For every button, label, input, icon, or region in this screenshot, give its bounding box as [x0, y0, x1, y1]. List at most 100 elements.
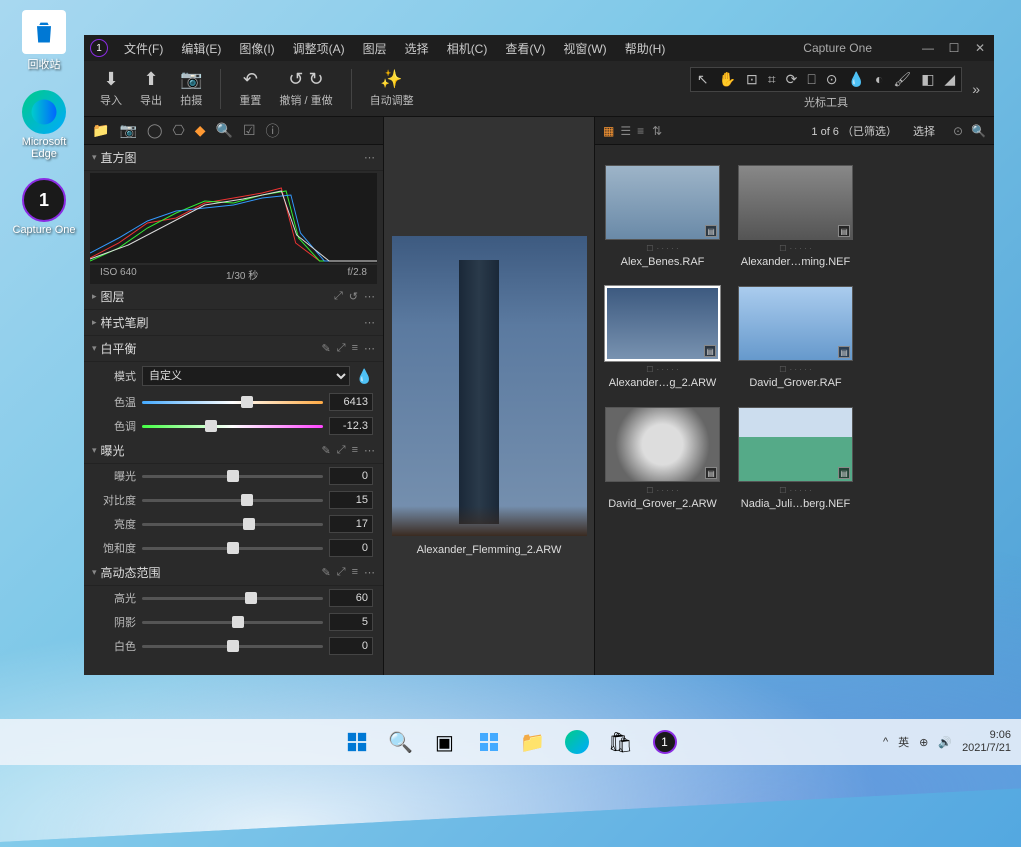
menu-camera[interactable]: 相机(C) — [439, 37, 496, 60]
wb-tint-value[interactable]: -12.3 — [329, 417, 373, 435]
filter-icon[interactable]: ⊙ — [953, 124, 963, 138]
menu-window[interactable]: 视窗(W) — [555, 37, 614, 60]
panel-menu-icon[interactable]: ⋯ — [364, 342, 375, 355]
maximize-button[interactable]: ☐ — [946, 41, 962, 55]
thumbnail[interactable]: ▤ ☐· · · · · Alexander…ming.NEF — [738, 165, 853, 268]
tab-lens[interactable]: ◯ — [147, 122, 163, 139]
minimize-button[interactable]: — — [920, 41, 936, 55]
panel-menu-icon[interactable]: ⋯ — [364, 151, 375, 164]
expand-icon[interactable]: ⤢ — [337, 566, 346, 579]
style-brush-panel-head[interactable]: ▸ 样式笔刷 ⋯ — [84, 310, 383, 336]
eraser-tool[interactable]: ◧ — [921, 71, 934, 88]
clock[interactable]: 9:06 2021/7/21 — [962, 729, 1011, 755]
shadow-value[interactable]: 5 — [329, 613, 373, 631]
white-balance-panel-head[interactable]: ▾ 白平衡 ✎⤢≡⋯ — [84, 336, 383, 362]
wb-temp-slider[interactable] — [142, 401, 323, 404]
widgets-button[interactable] — [470, 723, 508, 761]
white-slider[interactable] — [142, 645, 323, 648]
copy-icon[interactable]: ✎ — [322, 566, 331, 579]
search-icon[interactable]: 🔍 — [971, 124, 986, 138]
import-button[interactable]: ⬇导入 — [94, 67, 128, 110]
expand-icon[interactable]: ⤢ — [334, 290, 343, 303]
menu-adjust[interactable]: 调整项(A) — [285, 37, 353, 60]
network-icon[interactable]: ⊕ — [919, 736, 928, 749]
panel-menu-icon[interactable]: ⋯ — [364, 290, 375, 303]
undo-redo-button[interactable]: ↺ ↻撤销 / 重做 — [273, 67, 338, 110]
exposure-slider[interactable] — [142, 475, 323, 478]
sort-icon[interactable]: ⇅ — [652, 124, 662, 138]
viewer-image[interactable] — [392, 236, 587, 536]
desktop-icon-recycle[interactable]: 回收站 — [8, 10, 80, 72]
saturation-slider[interactable] — [142, 547, 323, 550]
copy-icon[interactable]: ✎ — [322, 342, 331, 355]
ime-indicator[interactable]: 英 — [898, 734, 909, 750]
desktop-icon-captureone[interactable]: 1 Capture One — [8, 178, 80, 236]
menu-file[interactable]: 文件(F) — [116, 37, 171, 60]
exposure-value[interactable]: 0 — [329, 467, 373, 485]
thumbnail[interactable]: ▤ ☐· · · · · Alexander…g_2.ARW — [605, 286, 720, 389]
desktop-icon-edge[interactable]: Microsoft Edge — [8, 90, 80, 160]
auto-adjust-button[interactable]: ✨自动调整 — [364, 67, 420, 110]
tab-color[interactable]: ⎔ — [173, 122, 185, 139]
color-picker-tool[interactable]: 💧 — [848, 71, 865, 88]
wb-tint-slider[interactable] — [142, 425, 323, 428]
loupe-tool[interactable]: ⊡ — [746, 71, 758, 88]
white-value[interactable]: 0 — [329, 637, 373, 655]
spot-tool[interactable]: ⊙ — [826, 71, 838, 88]
captureone-button[interactable]: 1 — [646, 723, 684, 761]
gradient-tool[interactable]: ◢ — [944, 71, 955, 88]
explorer-button[interactable]: 📁 — [514, 723, 552, 761]
reset-icon[interactable]: ≡ — [352, 342, 358, 355]
export-button[interactable]: ⬆导出 — [134, 67, 168, 110]
crop-tool[interactable]: ⌗ — [768, 71, 776, 88]
expand-icon[interactable]: ⤢ — [337, 444, 346, 457]
panel-menu-icon[interactable]: ⋯ — [364, 444, 375, 457]
highlight-value[interactable]: 60 — [329, 589, 373, 607]
reset-button[interactable]: ↶重置 — [233, 67, 267, 110]
tab-library[interactable]: 📁 — [92, 122, 109, 139]
shadow-slider[interactable] — [142, 621, 323, 624]
tab-exposure[interactable]: ◆ — [195, 122, 206, 139]
tab-details[interactable]: 🔍 — [216, 122, 233, 139]
histogram-panel-head[interactable]: ▾ 直方图 ⋯ — [84, 145, 383, 171]
hand-tool[interactable]: ✋ — [719, 71, 736, 88]
hdr-panel-head[interactable]: ▾ 高动态范围 ✎⤢≡⋯ — [84, 560, 383, 586]
menu-help[interactable]: 帮助(H) — [617, 37, 674, 60]
menu-view[interactable]: 查看(V) — [497, 37, 553, 60]
menu-layer[interactable]: 图层 — [355, 37, 395, 60]
eyedropper-icon[interactable]: 💧 — [356, 368, 373, 385]
copy-icon[interactable]: ✎ — [322, 444, 331, 457]
reset-icon[interactable]: ≡ — [352, 444, 358, 457]
grid-view-icon[interactable]: ▦ — [603, 124, 614, 138]
highlight-slider[interactable] — [142, 597, 323, 600]
menu-edit[interactable]: 编辑(E) — [173, 37, 229, 60]
reset-icon[interactable]: ≡ — [352, 566, 358, 579]
brightness-slider[interactable] — [142, 523, 323, 526]
edge-button[interactable] — [558, 723, 596, 761]
mask-tool[interactable]: ◐ — [875, 71, 883, 88]
tab-capture[interactable]: 📷 — [119, 122, 136, 139]
thumbnail[interactable]: ▤ ☐· · · · · Nadia_Juli…berg.NEF — [738, 407, 853, 510]
start-button[interactable] — [338, 723, 376, 761]
more-tools-icon[interactable]: » — [968, 81, 984, 97]
volume-icon[interactable]: 🔊 — [938, 736, 952, 749]
exposure-panel-head[interactable]: ▾ 曝光 ✎⤢≡⋯ — [84, 438, 383, 464]
close-button[interactable]: ✕ — [972, 41, 988, 55]
thumbnail[interactable]: ▤ ☐· · · · · Alex_Benes.RAF — [605, 165, 720, 268]
expand-icon[interactable]: ⤢ — [337, 342, 346, 355]
keystone-tool[interactable]: ⎕ — [807, 71, 815, 88]
browser-select[interactable]: 选择 — [913, 123, 935, 139]
layers-panel-head[interactable]: ▸ 图层 ⤢↺⋯ — [84, 284, 383, 310]
list-view-icon[interactable]: ☰ — [620, 124, 631, 138]
contrast-value[interactable]: 15 — [329, 491, 373, 509]
thumbnail[interactable]: ▤ ☐· · · · · David_Grover.RAF — [738, 286, 853, 389]
tab-adjustments[interactable]: ☑ — [243, 122, 256, 139]
reset-icon[interactable]: ↺ — [349, 290, 358, 303]
store-button[interactable]: 🛍 — [602, 723, 640, 761]
task-view-button[interactable]: ▣ — [426, 723, 464, 761]
tray-chevron-icon[interactable]: ^ — [883, 736, 888, 748]
saturation-value[interactable]: 0 — [329, 539, 373, 557]
thumbnail[interactable]: ▤ ☐· · · · · David_Grover_2.ARW — [605, 407, 720, 510]
menu-image[interactable]: 图像(I) — [231, 37, 282, 60]
tab-metadata[interactable]: ⓘ — [266, 121, 280, 141]
